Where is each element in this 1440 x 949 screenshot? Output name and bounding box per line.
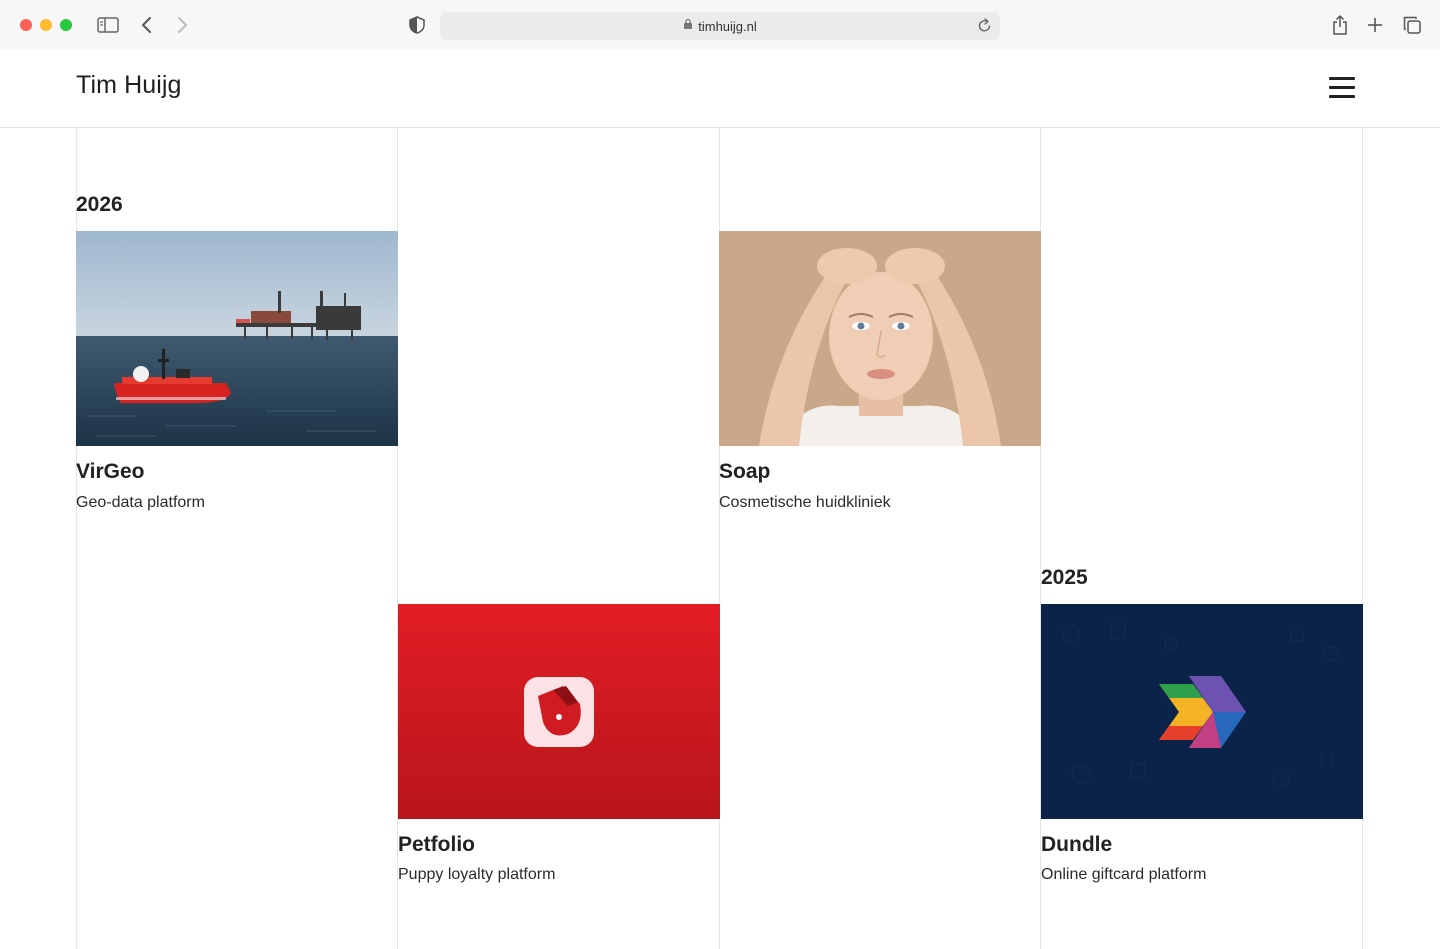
petfolio-image[interactable]	[398, 604, 720, 819]
hamburger-menu-icon[interactable]	[1326, 74, 1358, 102]
zoom-window-button[interactable]	[60, 19, 72, 31]
address-bar[interactable]: timhuijg.nl	[440, 12, 1000, 40]
dundle-image[interactable]	[1041, 604, 1363, 819]
virgeo-image[interactable]	[76, 231, 398, 446]
sidebar-icon[interactable]	[96, 13, 120, 37]
project-title[interactable]: Petfolio	[398, 833, 475, 857]
share-icon[interactable]	[1328, 13, 1352, 37]
project-subtitle: Online giftcard platform	[1041, 866, 1207, 883]
new-tab-icon[interactable]	[1363, 13, 1387, 37]
year-heading: 2026	[76, 193, 123, 216]
url-text: timhuijg.nl	[698, 18, 757, 34]
back-icon[interactable]	[135, 13, 159, 37]
project-subtitle: Cosmetische huidkliniek	[719, 494, 891, 511]
close-window-button[interactable]	[20, 19, 32, 31]
site-header: Tim Huijg	[0, 50, 1440, 128]
tabs-icon[interactable]	[1400, 13, 1424, 37]
lock-icon	[683, 17, 693, 35]
project-title[interactable]: Soap	[719, 460, 770, 484]
minimize-window-button[interactable]	[40, 19, 52, 31]
shield-icon[interactable]	[405, 13, 429, 37]
forward-icon[interactable]	[170, 13, 194, 37]
soap-image[interactable]	[719, 231, 1041, 446]
project-title[interactable]: VirGeo	[76, 460, 144, 484]
grid-line	[1362, 128, 1363, 949]
project-title[interactable]: Dundle	[1041, 833, 1112, 857]
site-title[interactable]: Tim Huijg	[76, 71, 182, 100]
project-subtitle: Puppy loyalty platform	[398, 866, 556, 883]
reload-icon[interactable]	[978, 17, 992, 38]
browser-toolbar: timhuijg.nl	[0, 0, 1440, 50]
project-subtitle: Geo-data platform	[76, 494, 205, 511]
year-heading: 2025	[1041, 566, 1088, 589]
